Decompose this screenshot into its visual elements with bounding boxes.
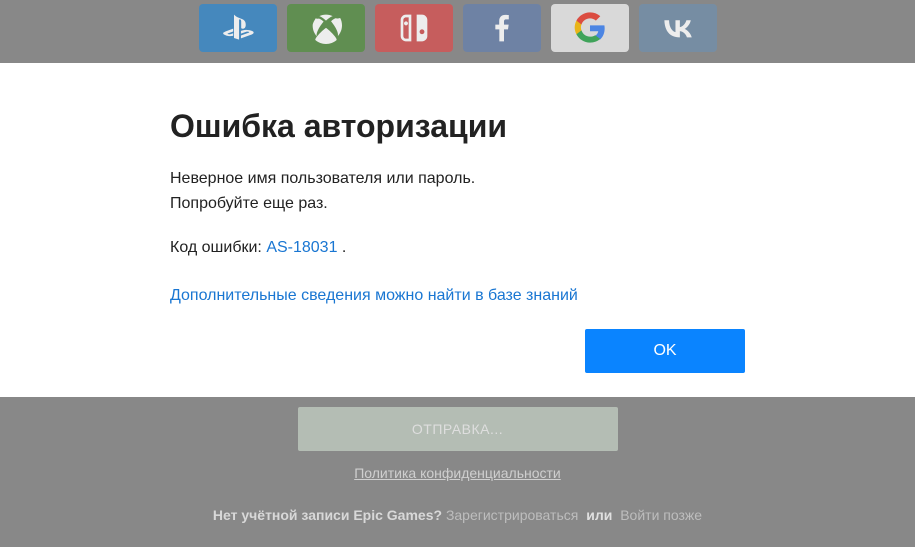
modal-message: Неверное имя пользователя или пароль. По… [170,167,745,217]
error-code-label: Код ошибки: [170,239,266,256]
footer: ОТПРАВКА... Политика конфиденциальности … [0,397,915,547]
xbox-button[interactable] [287,4,365,52]
sending-button: ОТПРАВКА... [298,407,618,451]
privacy-link[interactable]: Политика конфиденциальности [354,465,561,481]
xbox-icon [310,12,342,44]
ok-button[interactable]: OK [585,329,745,373]
nintendo-switch-icon [398,12,430,44]
modal-message-line2: Попробуйте еще раз. [170,192,745,217]
google-icon [574,12,606,44]
vk-icon [662,12,694,44]
facebook-button[interactable] [463,4,541,52]
google-button[interactable] [551,4,629,52]
login-later-link[interactable]: Войти позже [620,507,702,523]
no-account-label: Нет учётной записи Epic Games? [213,507,442,523]
social-login-row [0,0,915,63]
error-code-row: Код ошибки: AS-18031 . [170,239,745,257]
modal-title: Ошибка авторизации [170,108,745,145]
or-label: или [586,507,612,523]
knowledge-base-link[interactable]: Дополнительные сведения можно найти в ба… [170,287,745,305]
modal-message-line1: Неверное имя пользователя или пароль. [170,167,745,192]
playstation-icon [222,12,254,44]
facebook-icon [486,12,518,44]
signup-row: Нет учётной записи Epic Games? Зарегистр… [213,507,702,523]
error-code-suffix: . [337,239,346,256]
vk-button[interactable] [639,4,717,52]
error-modal: Ошибка авторизации Неверное имя пользова… [0,63,915,418]
playstation-button[interactable] [199,4,277,52]
register-link[interactable]: Зарегистрироваться [446,507,578,523]
nintendo-switch-button[interactable] [375,4,453,52]
error-code-link[interactable]: AS-18031 [266,239,337,256]
